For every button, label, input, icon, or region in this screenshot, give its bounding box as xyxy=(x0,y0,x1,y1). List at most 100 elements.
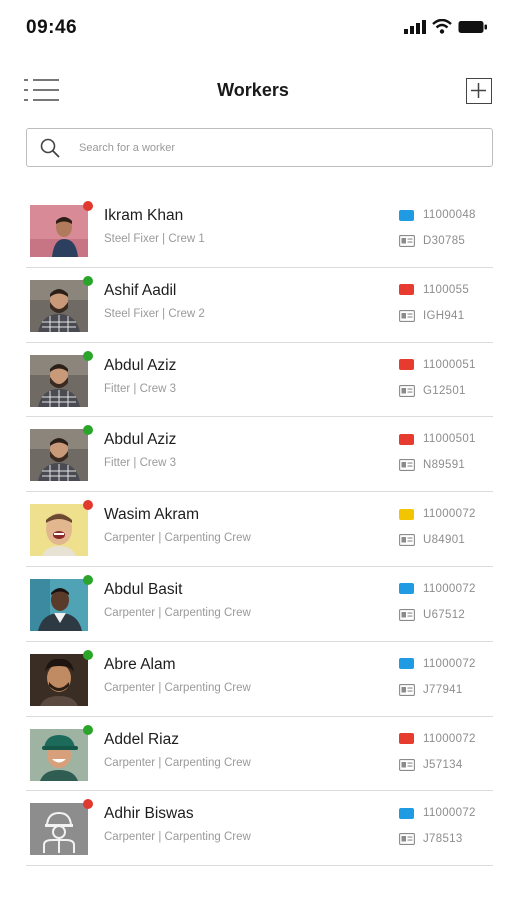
search-box[interactable] xyxy=(26,128,493,167)
worker-id-number: N89591 xyxy=(423,459,466,472)
worker-name: Abre Alam xyxy=(104,655,176,673)
online-status-dot xyxy=(83,275,93,286)
online-status-dot xyxy=(83,201,93,211)
worker-role: Steel Fixer | Crew 1 xyxy=(104,233,205,245)
worker-name: Adhir Biswas xyxy=(104,805,194,823)
id-card-icon xyxy=(399,235,415,247)
tag-number: 11000072 xyxy=(423,807,476,820)
id-card-icon xyxy=(399,683,415,696)
battery-icon xyxy=(458,20,487,33)
tag-color-chip xyxy=(399,433,414,445)
worker-id-number: U67512 xyxy=(423,608,466,621)
tag-number: 11000051 xyxy=(423,358,476,371)
worker-role: Carpenter | Carpenting Crew xyxy=(104,831,251,844)
cellular-signal-icon xyxy=(404,19,426,34)
worker-role: Steel Fixer | Crew 2 xyxy=(104,307,205,320)
wifi-icon xyxy=(432,19,452,34)
tag-color-chip xyxy=(399,359,414,371)
tag-number: 11000072 xyxy=(423,508,476,521)
worker-row[interactable]: Abre Alam Carpenter | Carpenting Crew 11… xyxy=(26,642,493,717)
tag-color-chip xyxy=(399,284,414,296)
status-bar: 09:46 xyxy=(0,0,506,56)
worker-id-number: D30785 xyxy=(423,235,466,247)
id-card-line: D30785 xyxy=(399,235,465,247)
id-card-line: U67512 xyxy=(399,609,465,621)
search-input[interactable] xyxy=(79,141,439,154)
tag-number-line: 1100055 xyxy=(399,284,469,296)
avatar-bearded-man-plaid xyxy=(30,354,88,407)
worker-role: Carpenter | Carpenting Crew xyxy=(104,681,251,694)
worker-row[interactable]: Addel Riaz Carpenter | Carpenting Crew 1… xyxy=(26,717,493,792)
worker-role: Carpenter | Carpenting Crew xyxy=(104,756,251,769)
worker-name: Abdul Basit xyxy=(104,580,183,598)
id-card-line: J78513 xyxy=(399,833,463,845)
status-time: 09:46 xyxy=(26,17,78,38)
tag-color-chip xyxy=(399,807,414,819)
tag-number-line: 11000048 xyxy=(399,209,476,221)
tag-number-line: 11000072 xyxy=(399,733,476,745)
status-icons xyxy=(404,19,488,34)
plus-icon xyxy=(471,83,486,98)
id-card-line: J57134 xyxy=(399,759,463,771)
worker-row[interactable]: Adhir Biswas Carpenter | Carpenting Crew… xyxy=(26,791,493,867)
id-card-icon xyxy=(399,534,415,547)
id-card-icon xyxy=(399,309,415,322)
online-status-dot xyxy=(83,574,93,585)
tag-number-line: 11000072 xyxy=(399,658,476,670)
id-card-line: G12501 xyxy=(399,385,466,397)
tag-number-line: 11000051 xyxy=(399,359,476,371)
tag-number: 1100055 xyxy=(423,283,470,296)
worker-id-number: U84901 xyxy=(423,534,466,547)
tag-color-chip xyxy=(399,583,414,595)
worker-name: Abdul Aziz xyxy=(104,431,177,449)
tag-number-line: 11000072 xyxy=(399,583,476,595)
worker-row[interactable]: Abdul Basit Carpenter | Carpenting Crew … xyxy=(26,567,493,642)
id-card-icon xyxy=(399,758,415,771)
worker-row[interactable]: Abdul Aziz Fitter | Crew 3 11000501 N895… xyxy=(26,417,493,493)
tag-number: 11000072 xyxy=(423,732,476,745)
online-status-dot xyxy=(83,500,93,511)
avatar-bearded-man-plaid xyxy=(30,429,88,482)
worker-id-number: G12501 xyxy=(423,384,466,397)
worker-role: Carpenter | Carpenting Crew xyxy=(104,532,251,545)
id-card-icon xyxy=(399,833,415,846)
worker-name: Wasim Akram xyxy=(104,506,200,524)
worker-name: Addel Riaz xyxy=(104,730,179,748)
avatar-laughing-man-yellow xyxy=(30,504,88,557)
tag-color-chip xyxy=(399,209,414,221)
id-card-line: J77941 xyxy=(399,684,463,696)
add-worker-button[interactable] xyxy=(466,78,492,104)
id-card-line: IGH941 xyxy=(399,310,464,322)
tag-number-line: 11000072 xyxy=(399,508,476,520)
worker-row[interactable]: Ashif Aadil Steel Fixer | Crew 2 1100055… xyxy=(26,268,493,343)
worker-role: Fitter | Crew 3 xyxy=(104,382,176,395)
worker-id-number: J77941 xyxy=(423,683,463,696)
worker-row[interactable]: Abdul Aziz Fitter | Crew 3 11000051 G125… xyxy=(26,343,493,418)
avatar-bearded-man-plaid xyxy=(30,279,88,332)
avatar-man-curly-hair xyxy=(30,653,88,706)
tag-number: 11000501 xyxy=(423,433,476,446)
online-status-dot xyxy=(83,799,93,810)
avatar-man-pink-background xyxy=(30,205,88,257)
worker-row[interactable]: Wasim Akram Carpenter | Carpenting Crew … xyxy=(26,492,493,567)
online-status-dot xyxy=(83,425,93,436)
avatar-worker-helmet-placeholder xyxy=(30,803,88,856)
tag-number-line: 11000501 xyxy=(399,433,476,445)
tag-number-line: 11000072 xyxy=(399,807,476,819)
online-status-dot xyxy=(83,350,93,361)
tag-number: 11000072 xyxy=(423,657,476,670)
id-card-line: U84901 xyxy=(399,534,465,546)
worker-list: Ikram Khan Steel Fixer | Crew 1 11000048… xyxy=(26,193,493,867)
id-card-icon xyxy=(399,384,415,397)
worker-id-number: IGH941 xyxy=(423,309,465,322)
tag-color-chip xyxy=(399,508,414,520)
tag-number: 11000072 xyxy=(423,582,476,595)
search-icon xyxy=(40,138,60,158)
worker-name: Abdul Aziz xyxy=(104,356,177,374)
online-status-dot xyxy=(83,724,93,735)
avatar-man-cap-smiling xyxy=(30,728,88,781)
id-card-line: N89591 xyxy=(399,459,465,471)
worker-row[interactable]: Ikram Khan Steel Fixer | Crew 1 11000048… xyxy=(26,193,493,268)
tag-number: 11000048 xyxy=(423,209,476,221)
id-card-icon xyxy=(399,609,415,621)
